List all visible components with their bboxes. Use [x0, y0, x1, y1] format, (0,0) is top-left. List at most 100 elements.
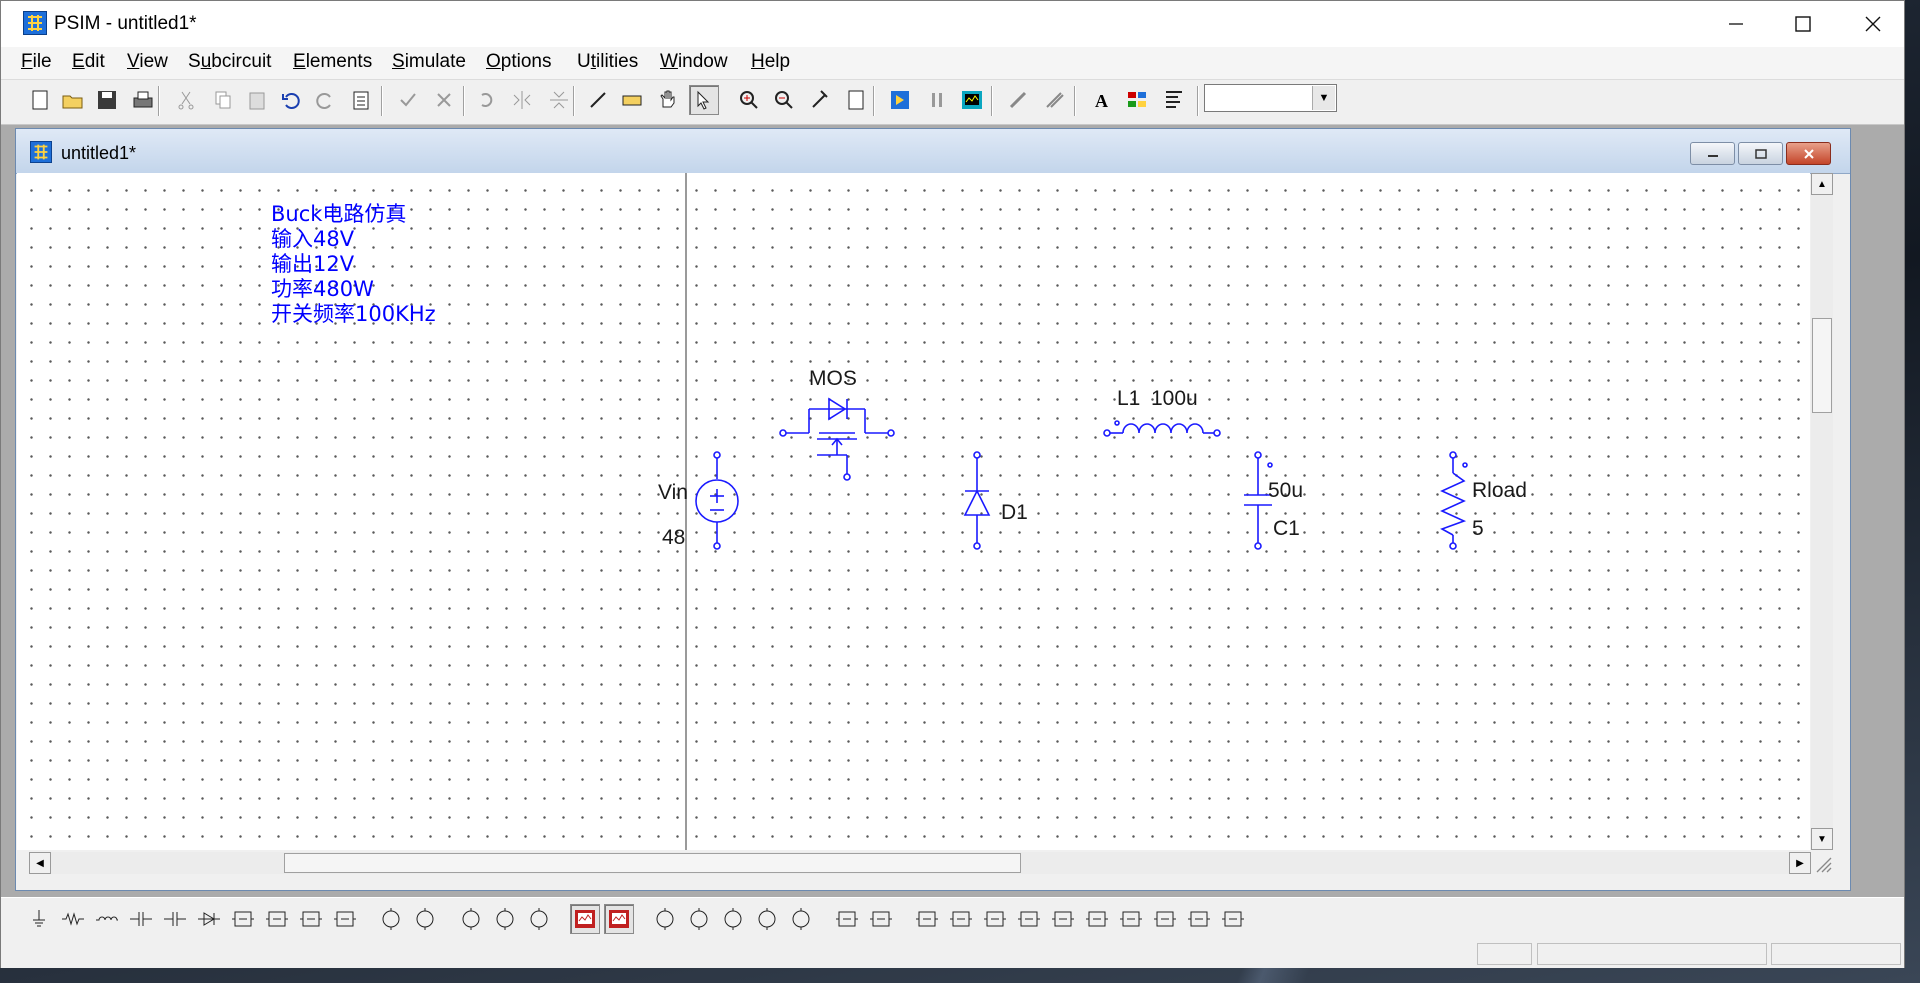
- scope2-button[interactable]: [604, 904, 634, 934]
- menu-elements[interactable]: Elements: [293, 51, 372, 73]
- label-button[interactable]: [617, 85, 647, 115]
- step-source-button[interactable]: [786, 904, 816, 934]
- controller-button[interactable]: [912, 904, 942, 934]
- summer-button[interactable]: [1048, 904, 1078, 934]
- chevron-down-icon[interactable]: ▼: [1312, 86, 1335, 110]
- scroll-right-icon[interactable]: ▶: [1789, 852, 1811, 874]
- ammeter-button[interactable]: [490, 904, 520, 934]
- open-button[interactable]: [58, 85, 88, 115]
- undo-button[interactable]: [276, 85, 306, 115]
- transfer-function-button[interactable]: [980, 904, 1010, 934]
- square-source-button[interactable]: [718, 904, 748, 934]
- parts-button[interactable]: [1123, 85, 1153, 115]
- current-source-button[interactable]: [650, 904, 680, 934]
- scroll-left-icon[interactable]: ◀: [29, 852, 51, 874]
- doc-minimize-button[interactable]: [1690, 142, 1735, 165]
- ground-button[interactable]: [24, 904, 54, 934]
- text-button[interactable]: A: [1087, 85, 1117, 115]
- limiter-button[interactable]: [1116, 904, 1146, 934]
- gain-button[interactable]: [1082, 904, 1112, 934]
- pan-hand-button[interactable]: [653, 85, 683, 115]
- filter-button[interactable]: [1014, 904, 1044, 934]
- inductor-symbol[interactable]: [1103, 420, 1221, 437]
- menu-subcircuit[interactable]: Subcircuit: [188, 51, 271, 73]
- multiplier-button[interactable]: [1184, 904, 1214, 934]
- probe-current-button[interactable]: [1039, 85, 1069, 115]
- igbt-button[interactable]: [262, 904, 292, 934]
- zoom-in-button[interactable]: [734, 85, 764, 115]
- zoom-fit-button[interactable]: [805, 85, 835, 115]
- cut-button[interactable]: [171, 85, 201, 115]
- paste-special-button[interactable]: [346, 85, 376, 115]
- scope-button[interactable]: [570, 904, 600, 934]
- diode-symbol[interactable]: [963, 451, 991, 550]
- schematic-canvas[interactable]: Buck电路仿真 输入48V 输出12V 功率480W 开关频率100KHz M…: [17, 173, 1810, 850]
- doc-restore-button[interactable]: [1738, 142, 1783, 165]
- probe-voltage-button[interactable]: [1003, 85, 1033, 115]
- sampler-button[interactable]: [1150, 904, 1180, 934]
- menu-utilities[interactable]: Utilities: [577, 51, 638, 73]
- menu-simulate[interactable]: Simulate: [392, 51, 466, 73]
- minimize-button[interactable]: [1701, 1, 1771, 47]
- comparator-button[interactable]: [866, 904, 896, 934]
- toolbar-combo[interactable]: ▼: [1204, 84, 1337, 112]
- horizontal-scrollbar[interactable]: ◀ ▶: [29, 852, 1811, 874]
- netlist-button[interactable]: [1159, 85, 1189, 115]
- sine-source-button[interactable]: [410, 904, 440, 934]
- menu-view[interactable]: View: [127, 51, 168, 73]
- print-button[interactable]: [128, 85, 158, 115]
- triangle-source-button[interactable]: [752, 904, 782, 934]
- maximize-button[interactable]: [1768, 1, 1838, 47]
- check-button[interactable]: [393, 85, 423, 115]
- dc-source-button[interactable]: [376, 904, 406, 934]
- doc-close-button[interactable]: [1786, 142, 1831, 165]
- horizontal-scroll-thumb[interactable]: [284, 853, 1021, 873]
- ac-source-button[interactable]: [684, 904, 714, 934]
- gating-block-button[interactable]: [832, 904, 862, 934]
- menu-file[interactable]: File: [21, 51, 52, 73]
- diode-button[interactable]: [194, 904, 224, 934]
- inductor-button[interactable]: [92, 904, 122, 934]
- select-arrow-button[interactable]: [689, 85, 719, 115]
- capacitor-button[interactable]: [126, 904, 156, 934]
- thyristor-button[interactable]: [296, 904, 326, 934]
- flip-tb-button[interactable]: [544, 85, 574, 115]
- flip-lr-button[interactable]: [507, 85, 537, 115]
- cross-button[interactable]: [429, 85, 459, 115]
- new-button[interactable]: [24, 85, 54, 115]
- copy-button[interactable]: [208, 85, 238, 115]
- divider-button[interactable]: [1218, 904, 1248, 934]
- page-button[interactable]: [841, 85, 871, 115]
- mosfet-symbol[interactable]: [779, 397, 895, 481]
- voltage-probe-button[interactable]: [456, 904, 486, 934]
- electrolytic-capacitor-button[interactable]: [160, 904, 190, 934]
- redo-button[interactable]: [310, 85, 340, 115]
- run-simulation-button[interactable]: [885, 85, 915, 115]
- document-titlebar[interactable]: untitled1*: [16, 129, 1850, 174]
- vertical-scroll-thumb[interactable]: [1812, 318, 1832, 413]
- menu-options[interactable]: Options: [486, 51, 551, 73]
- window-titlebar[interactable]: PSIM - untitled1*: [1, 1, 1904, 47]
- scroll-down-icon[interactable]: ▼: [1811, 828, 1833, 850]
- dc-voltage-source-symbol[interactable]: [695, 451, 739, 550]
- rotate-button[interactable]: [471, 85, 501, 115]
- scroll-up-icon[interactable]: ▲: [1811, 173, 1833, 195]
- zoom-out-button[interactable]: [769, 85, 799, 115]
- simview-button[interactable]: [957, 85, 987, 115]
- paste-button[interactable]: [242, 85, 272, 115]
- save-button[interactable]: [92, 85, 122, 115]
- wire-button[interactable]: [583, 85, 613, 115]
- mosfet-button[interactable]: [228, 904, 258, 934]
- menu-edit[interactable]: Edit: [72, 51, 105, 73]
- resistor-button[interactable]: [58, 904, 88, 934]
- menu-window[interactable]: Window: [660, 51, 728, 73]
- menu-help[interactable]: Help: [751, 51, 790, 73]
- close-button[interactable]: [1838, 1, 1908, 47]
- resistor-symbol[interactable]: [1440, 451, 1468, 550]
- vertical-scrollbar[interactable]: ▲ ▼: [1811, 173, 1833, 850]
- switch-button[interactable]: [330, 904, 360, 934]
- pi-controller-button[interactable]: [946, 904, 976, 934]
- pause-button[interactable]: [922, 85, 952, 115]
- voltmeter-button[interactable]: [524, 904, 554, 934]
- resize-grip-icon[interactable]: [1813, 852, 1833, 874]
